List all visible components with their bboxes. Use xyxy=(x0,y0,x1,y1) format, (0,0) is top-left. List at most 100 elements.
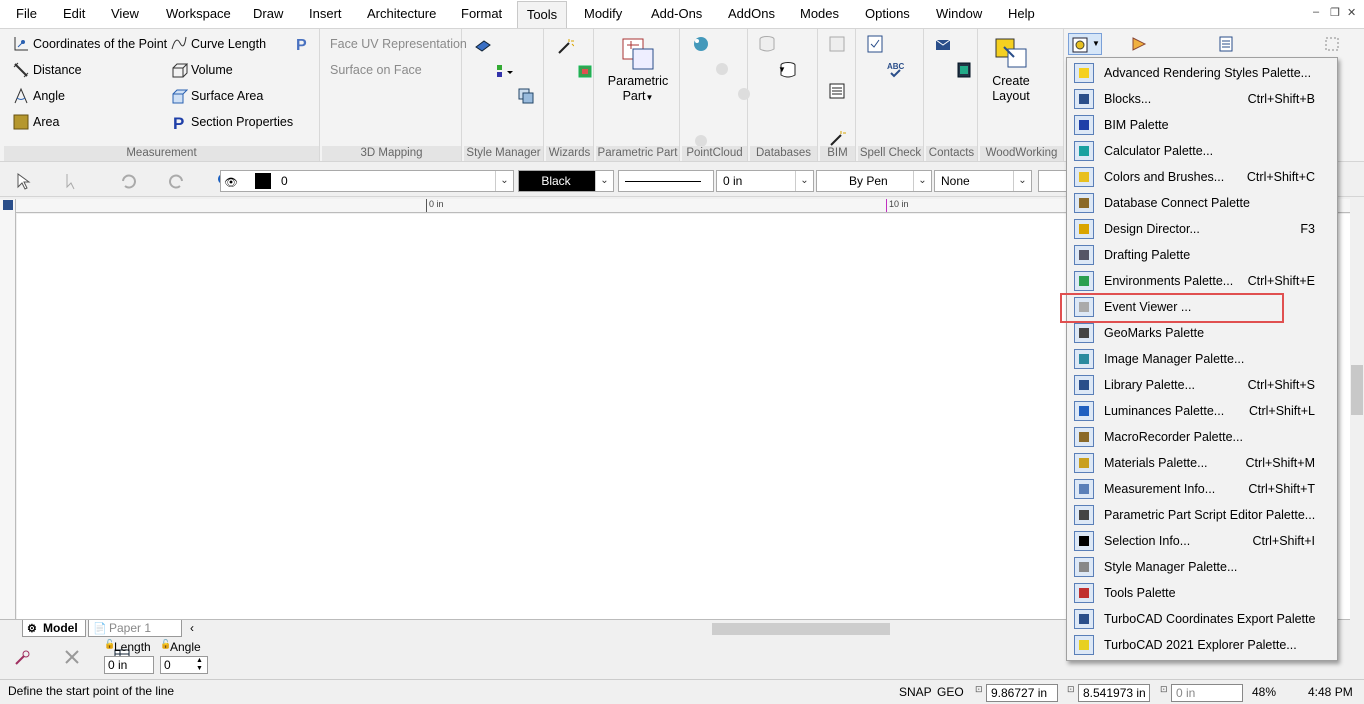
parametric-part-button[interactable]: Parametric Part▼ xyxy=(600,37,676,105)
palettes-dropdown-button[interactable]: ▼ xyxy=(1068,33,1102,55)
menu-item-environments-palette[interactable]: Environments Palette... Ctrl+Shift+E xyxy=(1067,268,1337,294)
menu-item-bim-palette[interactable]: BIM Palette xyxy=(1067,112,1337,138)
minimize-icon[interactable]: – xyxy=(1313,6,1319,18)
menu-view[interactable]: View xyxy=(103,0,147,28)
menu-item-calculator-palette[interactable]: Calculator Palette... xyxy=(1067,138,1337,164)
restore-icon[interactable]: ❐ xyxy=(1330,6,1340,19)
wizard-image-icon[interactable] xyxy=(577,62,595,80)
menu-options[interactable]: Options xyxy=(857,0,918,28)
select-tool-icon[interactable] xyxy=(1323,35,1341,53)
style-brush-icon[interactable] xyxy=(474,37,492,55)
menu-item-geomarks-palette[interactable]: GeoMarks Palette xyxy=(1067,320,1337,346)
menu-help[interactable]: Help xyxy=(1000,0,1043,28)
menu-workspace[interactable]: Workspace xyxy=(158,0,239,28)
vertical-scroll-thumb[interactable] xyxy=(1351,365,1363,415)
menu-item-database-connect-palette[interactable]: Database Connect Palette xyxy=(1067,190,1337,216)
layer-select[interactable]: 👁 0 ⌄ xyxy=(220,170,514,192)
redo-icon[interactable] xyxy=(168,172,186,190)
menu-item-macrorecorder-palette[interactable]: MacroRecorder Palette... xyxy=(1067,424,1337,450)
select-arrow-icon[interactable] xyxy=(14,172,32,190)
menu-tools[interactable]: Tools xyxy=(517,1,567,28)
ruler-origin-icon[interactable] xyxy=(3,200,13,210)
y-coordinate-field[interactable]: 8.541973 in xyxy=(1078,684,1150,702)
wizard-wand-icon[interactable] xyxy=(556,37,575,55)
spell-check-page-icon[interactable] xyxy=(866,35,884,53)
contacts-book-icon[interactable] xyxy=(955,61,973,79)
fill-select[interactable]: None ⌄ xyxy=(934,170,1032,192)
surface-area-button[interactable]: Surface Area xyxy=(170,85,263,107)
menu-draw[interactable]: Draw xyxy=(245,0,291,28)
x-coordinate-field[interactable]: 9.86727 in xyxy=(986,684,1058,702)
menu-item-turbocad-coordinates-export-palette[interactable]: TurboCAD Coordinates Export Palette xyxy=(1067,606,1337,632)
menu-item-luminances-palette[interactable]: Luminances Palette... Ctrl+Shift+L xyxy=(1067,398,1337,424)
color-select[interactable]: Black ⌄ xyxy=(518,170,614,192)
menu-add-ons[interactable]: Add-Ons xyxy=(643,0,710,28)
line-thickness-select[interactable]: 0 in ⌄ xyxy=(716,170,814,192)
menu-item-library-palette[interactable]: Library Palette... Ctrl+Shift+S xyxy=(1067,372,1337,398)
properties-p-icon[interactable]: P xyxy=(294,35,312,54)
menu-item-advanced-rendering-styles-palette[interactable]: Advanced Rendering Styles Palette... xyxy=(1067,60,1337,86)
select-edit-icon[interactable] xyxy=(63,172,81,190)
surface-on-face-button[interactable]: Surface on Face xyxy=(330,59,422,81)
bim-list-icon[interactable] xyxy=(828,82,846,100)
coordinates-of-point-button[interactable]: Coordinates of the Point xyxy=(12,33,167,55)
menu-insert[interactable]: Insert xyxy=(301,0,350,28)
bim-disabled-icon[interactable] xyxy=(828,35,846,53)
tab-paper-1[interactable]: 📄 Paper 1 xyxy=(88,620,182,637)
menu-file[interactable]: File xyxy=(8,0,45,28)
menu-item-tools-palette[interactable]: Tools Palette xyxy=(1067,580,1337,606)
menu-window[interactable]: Window xyxy=(928,0,990,28)
menu-item-selection-info[interactable]: Selection Info... Ctrl+Shift+I xyxy=(1067,528,1337,554)
menu-modify[interactable]: Modify xyxy=(576,0,630,28)
menu-item-colors-and-brushes[interactable]: Colors and Brushes... Ctrl+Shift+C xyxy=(1067,164,1337,190)
database-disabled-icon[interactable] xyxy=(758,35,776,53)
section-properties-button[interactable]: P Section Properties xyxy=(170,111,293,133)
menu-edit[interactable]: Edit xyxy=(55,0,93,28)
geo-toggle[interactable]: GEO xyxy=(937,685,964,699)
scroll-left-icon[interactable]: ‹ xyxy=(190,621,194,635)
volume-button[interactable]: Volume xyxy=(170,59,233,81)
snap-toggle[interactable]: SNAP xyxy=(899,685,932,699)
style-copy-icon[interactable] xyxy=(517,87,535,105)
menu-item-drafting-palette[interactable]: Drafting Palette xyxy=(1067,242,1337,268)
menu-item-style-manager-palette[interactable]: Style Manager Palette... xyxy=(1067,554,1337,580)
tab-model[interactable]: ⚙ Model xyxy=(22,620,86,637)
vertical-scrollbar[interactable] xyxy=(1350,199,1364,619)
menu-addons[interactable]: AddOns xyxy=(720,0,783,28)
spell-check-abc-icon[interactable]: ABC xyxy=(887,61,905,79)
curve-length-button[interactable]: Curve Length xyxy=(170,33,266,55)
horizontal-scroll-thumb[interactable] xyxy=(712,623,890,635)
render-icon[interactable] xyxy=(1130,35,1148,53)
menu-modes[interactable]: Modes xyxy=(792,0,847,28)
menu-item-design-director[interactable]: Design Director... F3 xyxy=(1067,216,1337,242)
distance-button[interactable]: Distance xyxy=(12,59,82,81)
finish-icon[interactable] xyxy=(14,648,32,666)
menu-item-materials-palette[interactable]: Materials Palette... Ctrl+Shift+M xyxy=(1067,450,1337,476)
length-input[interactable]: 0 in xyxy=(104,656,154,674)
angle-spinner-icon[interactable]: ▲ ▼ xyxy=(196,657,203,673)
pen-select[interactable]: By Pen ⌄ xyxy=(816,170,932,192)
menu-item-measurement-info[interactable]: Measurement Info... Ctrl+Shift+T xyxy=(1067,476,1337,502)
face-uv-representation-button[interactable]: Face UV Representation xyxy=(330,33,467,55)
pointcloud-edit-icon[interactable] xyxy=(713,60,731,78)
report-icon[interactable] xyxy=(1217,35,1235,53)
menu-format[interactable]: Format xyxy=(453,0,510,28)
menu-item-turbocad-2021-explorer-palette[interactable]: TurboCAD 2021 Explorer Palette... xyxy=(1067,632,1337,658)
close-icon[interactable]: ✕ xyxy=(1347,6,1356,19)
contacts-mail-icon[interactable] xyxy=(934,35,952,53)
pointcloud-import-icon[interactable] xyxy=(692,35,710,53)
menu-architecture[interactable]: Architecture xyxy=(359,0,444,28)
style-grid-icon[interactable] xyxy=(495,62,514,80)
menu-item-image-manager-palette[interactable]: Image Manager Palette... xyxy=(1067,346,1337,372)
z-coordinate-field[interactable]: 0 in xyxy=(1171,684,1243,702)
area-button[interactable]: Area xyxy=(12,111,59,133)
menu-item-parametric-part-script-editor-palette[interactable]: Parametric Part Script Editor Palette... xyxy=(1067,502,1337,528)
angle-button[interactable]: Angle xyxy=(12,85,65,107)
menu-item-blocks[interactable]: Blocks... Ctrl+Shift+B xyxy=(1067,86,1337,112)
create-layout-button[interactable]: Create Layout xyxy=(982,37,1040,104)
line-style-select[interactable] xyxy=(618,170,714,192)
cancel-x-icon[interactable] xyxy=(63,648,81,666)
bim-wand-icon[interactable] xyxy=(828,129,846,147)
undo-icon[interactable] xyxy=(119,172,137,190)
database-chevron-icon[interactable]: ▼ xyxy=(778,65,786,74)
